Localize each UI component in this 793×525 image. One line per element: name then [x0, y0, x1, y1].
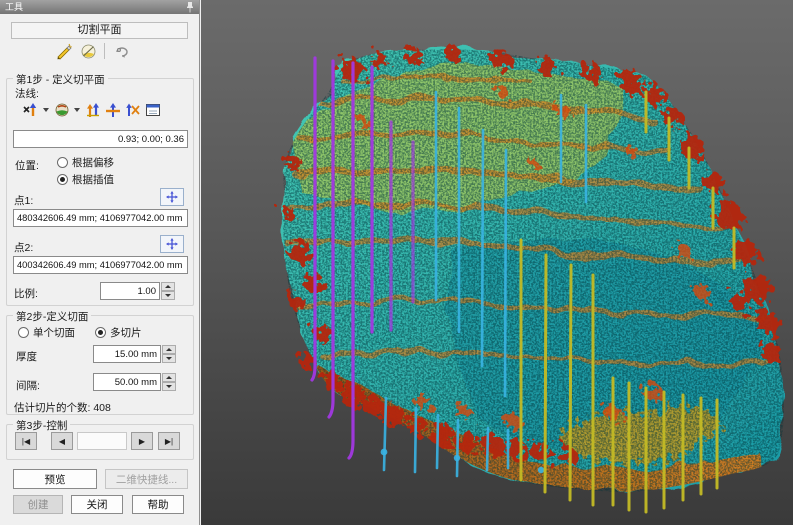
radio-multi-label: 多切片 — [110, 325, 142, 340]
point-cloud-scene — [201, 0, 793, 525]
step1-legend: 第1步 - 定义切平面 — [13, 72, 108, 87]
slice-index-field[interactable] — [77, 432, 127, 450]
normal-value-field[interactable] — [13, 130, 188, 148]
point-cloud-body — [261, 40, 793, 510]
panel-title: 工具 — [5, 0, 23, 14]
radio-single-label: 单个切面 — [33, 325, 75, 340]
scale-label: 比例: — [14, 286, 38, 301]
spacing-down-icon[interactable] — [162, 382, 176, 391]
tool-header-label: 切割平面 — [78, 24, 122, 36]
create-button[interactable]: 创建 — [13, 495, 63, 514]
radio-by-offset[interactable]: 根据偏移 — [57, 155, 114, 170]
close-button[interactable]: 关闭 — [71, 495, 123, 514]
align-normal-icon[interactable] — [124, 102, 141, 119]
slice-count-estimate: 估计切片的个数: 408 — [14, 400, 111, 415]
panel-titlebar[interactable]: 工具 — [0, 0, 199, 14]
invert-normal-icon[interactable] — [84, 102, 101, 119]
radio-single-section[interactable]: 单个切面 — [18, 325, 75, 340]
normal-icon-row — [22, 100, 161, 120]
radio-by-offset-label: 根据偏移 — [72, 155, 114, 170]
rotate-hand-icon[interactable] — [111, 41, 131, 61]
point2-pick-button[interactable] — [160, 235, 184, 253]
scale-up-icon[interactable] — [161, 282, 175, 291]
spacing-label: 间隔: — [16, 378, 40, 393]
point1-pick-button[interactable] — [160, 188, 184, 206]
step3-legend: 第3步-控制 — [13, 418, 70, 433]
point1-value-field[interactable] — [13, 209, 188, 227]
thickness-label: 厚度 — [16, 349, 37, 364]
step2-legend: 第2步-定义切面 — [13, 309, 91, 324]
point-speckle-texture — [261, 40, 793, 510]
radio-by-value-label: 根据插值 — [72, 172, 114, 187]
plane-sphere-icon[interactable] — [78, 41, 98, 61]
view-direction-icon[interactable] — [53, 102, 70, 119]
scale-down-icon[interactable] — [161, 291, 175, 300]
normal-dialog-icon[interactable] — [144, 102, 161, 119]
prev-slice-button[interactable]: ◀ — [51, 432, 73, 450]
radio-multi-slice[interactable]: 多切片 — [95, 325, 142, 340]
point1-label: 点1: — [14, 193, 33, 208]
draw-plane-icon[interactable] — [54, 41, 74, 61]
tool-header: 切割平面 — [11, 22, 188, 39]
point2-label: 点2: — [14, 240, 33, 255]
normal-label: 法线: — [15, 86, 39, 101]
shortcut-2d-button[interactable]: 二维快捷线... — [105, 469, 188, 489]
radio-multi-dot — [95, 327, 106, 338]
next-slice-button[interactable]: ▶ — [131, 432, 153, 450]
thickness-up-icon[interactable] — [162, 345, 176, 354]
thickness-field[interactable] — [93, 345, 161, 363]
last-slice-button[interactable]: ▶| — [158, 432, 180, 450]
radio-by-offset-dot — [57, 157, 68, 168]
pick-axis-dropdown-icon[interactable] — [43, 108, 49, 112]
scale-field[interactable] — [100, 282, 160, 300]
view-direction-dropdown-icon[interactable] — [74, 108, 80, 112]
scale-spinbox — [100, 282, 175, 300]
help-button[interactable]: 帮助 — [132, 495, 184, 514]
vertical-normal-icon[interactable] — [104, 102, 121, 119]
spacing-up-icon[interactable] — [162, 373, 176, 382]
viewport-3d[interactable] — [201, 0, 793, 525]
radio-by-value[interactable]: 根据插值 — [57, 172, 114, 187]
point2-value-field[interactable] — [13, 256, 188, 274]
radio-single-dot — [18, 327, 29, 338]
preview-button[interactable]: 预览 — [13, 469, 97, 489]
first-slice-button[interactable]: |◀ — [15, 432, 37, 450]
thickness-down-icon[interactable] — [162, 354, 176, 363]
panel-toolbar — [54, 40, 131, 62]
position-label: 位置: — [15, 158, 39, 173]
radio-by-value-dot — [57, 174, 68, 185]
thickness-spinbox — [93, 345, 176, 363]
pin-icon[interactable] — [185, 1, 195, 13]
tools-panel: 工具 切割平面 — [0, 0, 200, 525]
spacing-field[interactable] — [93, 373, 161, 391]
pick-axis-icon[interactable] — [22, 102, 39, 119]
spacing-spinbox — [93, 373, 176, 391]
application-window: 工具 切割平面 — [0, 0, 793, 525]
toolbar-separator — [104, 43, 105, 59]
